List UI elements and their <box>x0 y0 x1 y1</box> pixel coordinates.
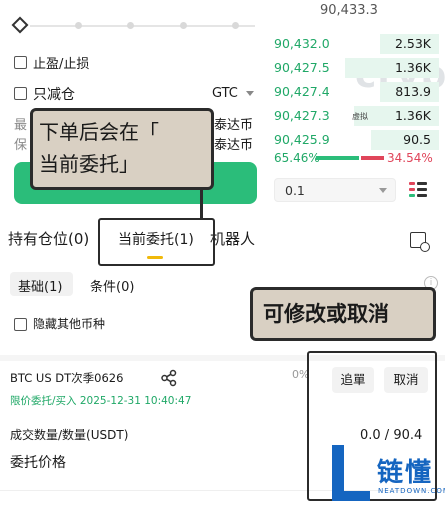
tpsl-checkbox[interactable] <box>14 56 27 69</box>
buy-ratio-bar <box>316 156 359 160</box>
hide-other-coins-label: 隐藏其他币种 <box>33 317 106 331</box>
sell-ratio-bar <box>361 156 384 160</box>
max-label: 最 <box>14 118 28 133</box>
cost-unit: 泰达币 <box>214 138 254 153</box>
bid-qty: 1.36K <box>394 108 431 123</box>
callout-connector <box>200 188 203 220</box>
order-price-label: 委托价格 <box>10 455 66 471</box>
callout-text: 可修改或取消 <box>263 302 389 326</box>
chevron-down-icon <box>379 188 387 193</box>
slider-thumb[interactable] <box>11 16 29 34</box>
bid-price[interactable]: 90,425.9 <box>274 132 330 147</box>
filled-label: 成交数量/数量(USDT) <box>10 428 129 442</box>
orderbook-layout-icon[interactable] <box>409 181 427 199</box>
callout-line-2: 当前委托」 <box>39 152 139 176</box>
leverage-slider-track[interactable] <box>30 25 255 27</box>
subtab-basic[interactable]: 基础(1) <box>18 276 62 295</box>
bid-qty: 1.36K <box>394 60 431 75</box>
bid-price[interactable]: 90,427.3 <box>274 108 330 123</box>
cost-label: 保 <box>14 138 28 153</box>
bid-qty: 2.53K <box>394 36 431 51</box>
order-pair: BTC US DT次季0626 <box>10 371 124 385</box>
slider-tick <box>180 22 187 29</box>
chevron-down-icon <box>246 91 255 96</box>
tab-positions[interactable]: 持有仓位(0) <box>8 228 89 249</box>
order-history-icon[interactable] <box>410 232 430 252</box>
bid-price[interactable]: 90,432.0 <box>274 36 330 51</box>
ask-price: 90,433.3 <box>320 3 378 18</box>
brand-logo-icon <box>332 445 370 501</box>
subtab-conditional[interactable]: 条件(0) <box>90 276 134 295</box>
depth-precision-select[interactable]: 0.1 <box>274 178 396 202</box>
bid-price[interactable]: 90,427.5 <box>274 60 330 75</box>
tpsl-label: 止盈/止损 <box>33 57 90 72</box>
bid-price[interactable]: 90,427.4 <box>274 84 330 99</box>
time-in-force-select[interactable]: GTC <box>212 86 255 101</box>
callout-modify-cancel: 可修改或取消 <box>250 287 436 341</box>
buy-ratio: 65.46% <box>274 151 320 165</box>
hide-other-coins-checkbox[interactable] <box>14 318 27 331</box>
share-icon[interactable] <box>160 369 178 387</box>
max-unit: 泰达币 <box>214 118 254 133</box>
reduce-only-label: 只减仓 <box>33 87 75 103</box>
brand-logo-text: 链懂 <box>377 458 434 488</box>
depth-precision-value: 0.1 <box>285 183 305 198</box>
callout-line-1: 下单后会在「 <box>39 120 159 144</box>
tab-bots[interactable]: 机器人 <box>210 228 255 249</box>
time-in-force-value: GTC <box>212 86 238 101</box>
highlight-open-orders-tab <box>98 218 215 266</box>
brand-logo-sub: NEATDOWN.COM <box>378 487 445 495</box>
slider-tick <box>75 22 82 29</box>
callout-open-orders: 下单后会在「 当前委托」 <box>30 108 214 190</box>
reduce-only-checkbox[interactable] <box>14 87 27 100</box>
sell-ratio: 34.54% <box>387 151 433 165</box>
bid-qty: 813.9 <box>395 84 431 99</box>
bid-qty: 90.5 <box>403 132 431 147</box>
slider-tick <box>127 22 134 29</box>
order-type-time: 限价委托/买入 2025-12-31 10:40:47 <box>10 395 192 407</box>
slider-tick <box>232 22 239 29</box>
virtual-label: 虚拟 <box>352 112 368 121</box>
